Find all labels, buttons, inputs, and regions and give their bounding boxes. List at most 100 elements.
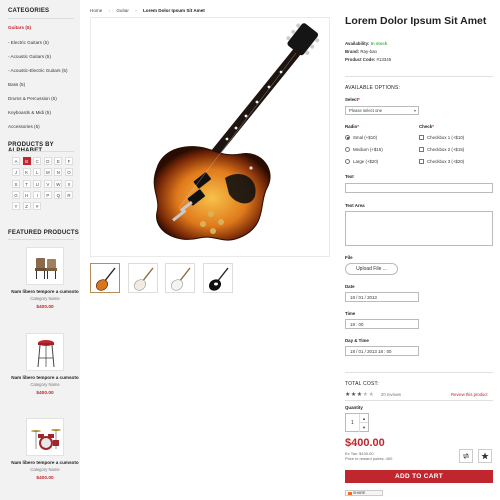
- alphabet-letter[interactable]: D: [43, 157, 52, 165]
- alphabet-letter[interactable]: U: [33, 179, 42, 188]
- checkbox[interactable]: [419, 159, 424, 164]
- thumbnail-black-guitar[interactable]: [202, 263, 233, 293]
- category-electric-guitars[interactable]: - Electric Guitars (5): [8, 40, 49, 45]
- category-acoustic-guitars[interactable]: - Acoustic Guitars (5): [8, 54, 51, 59]
- chevron-down-icon: ▾: [413, 108, 416, 113]
- product-title: Lorem Dolor Ipsum Sit Amet: [345, 15, 487, 27]
- alphabet-letter[interactable]: #: [33, 202, 42, 211]
- brand-value[interactable]: Ray-ban: [360, 49, 377, 54]
- upload-file-button[interactable]: Upload File ...: [345, 263, 398, 275]
- divider: [345, 76, 493, 77]
- review-this-product-link[interactable]: Review this product: [451, 392, 488, 397]
- file-label: File: [345, 255, 353, 260]
- alphabet-letter[interactable]: W: [54, 179, 63, 188]
- alphabet-letter[interactable]: X: [64, 179, 73, 188]
- checkbox-label-text: Check: [419, 124, 433, 129]
- chevron-up-icon[interactable]: ▲: [359, 414, 368, 423]
- alphabet-letter[interactable]: A: [12, 157, 20, 165]
- chair-icon[interactable]: [26, 247, 64, 285]
- time-input[interactable]: 18 : 00: [345, 319, 419, 329]
- select-label: Select*: [345, 97, 360, 102]
- alphabet-letter[interactable]: Y: [12, 202, 20, 211]
- star-icon: [481, 452, 489, 460]
- reviews-count[interactable]: 20 reviews: [381, 392, 401, 397]
- alphabet-letter[interactable]: F: [64, 157, 73, 165]
- divider: [8, 18, 74, 19]
- quantity-value[interactable]: 1: [351, 420, 354, 426]
- alphabet-letter[interactable]: T: [22, 179, 31, 188]
- radio-option-large[interactable]: Large (+$20): [345, 159, 378, 164]
- featured-category: Category Name: [30, 382, 60, 387]
- total-cost-title: TOTAL COST:: [345, 381, 379, 387]
- compare-icon: [463, 453, 469, 459]
- category-bass[interactable]: Bass (5): [8, 82, 25, 87]
- bar-stool-icon[interactable]: [26, 333, 64, 371]
- category-acoustic-electric-guitars[interactable]: - Acoustic-Electric Guitars (5): [8, 68, 67, 73]
- breadcrumb: Home › Guitar › Lorem Dolor Ipsum Sit Am…: [90, 8, 205, 13]
- radio-button[interactable]: [345, 159, 350, 164]
- category-drums[interactable]: Drums & Percussion (5): [8, 96, 57, 101]
- category-accessories[interactable]: Accessories (5): [8, 124, 40, 129]
- textarea-input[interactable]: [345, 211, 493, 246]
- featured-item[interactable]: Nam libero tempore a cumsoto Category Na…: [0, 247, 90, 310]
- option-select[interactable]: Please select one ▾: [345, 106, 419, 115]
- wishlist-button[interactable]: [478, 449, 492, 463]
- time-label: Time: [345, 311, 356, 316]
- alphabet-letter[interactable]: L: [33, 168, 42, 177]
- alphabet-letter[interactable]: V: [43, 179, 52, 188]
- alphabet-letter[interactable]: O: [64, 168, 73, 177]
- alphabet-letter[interactable]: Z: [22, 202, 31, 211]
- alphabet-letter[interactable]: S: [12, 179, 20, 188]
- featured-name[interactable]: Nam libero tempore a cumsoto: [0, 289, 90, 294]
- alphabet-letter[interactable]: I: [33, 190, 42, 199]
- breadcrumb-category[interactable]: Guitar: [116, 8, 129, 13]
- quantity-stepper[interactable]: 1 ▲ ▼: [345, 413, 369, 432]
- featured-name[interactable]: Nam libero tempore a cumsoto: [0, 375, 90, 380]
- compare-button[interactable]: [459, 449, 473, 463]
- checkbox[interactable]: [419, 135, 424, 140]
- featured-category: Category Name: [30, 467, 60, 472]
- thumbnail-white-guitar[interactable]: [127, 263, 158, 293]
- checkbox-option-2[interactable]: Checkbox 2 (+$15): [419, 147, 464, 152]
- date-input[interactable]: 18 / 01 / 2013: [345, 292, 419, 302]
- thumbnail-sunburst-guitar[interactable]: [90, 263, 120, 293]
- checkbox-option-1[interactable]: Checkbox 1 (+$10): [419, 135, 464, 140]
- datetime-input[interactable]: 18 / 01 / 2013 18 : 00: [345, 346, 419, 356]
- alphabet-letter[interactable]: R: [64, 190, 73, 199]
- radio-button[interactable]: [345, 135, 350, 140]
- alphabet-letter[interactable]: Q: [54, 190, 63, 199]
- share-icon: [348, 491, 352, 495]
- text-input[interactable]: [345, 183, 493, 193]
- featured-item[interactable]: Nam libero tempore a cumsoto Category Na…: [0, 418, 90, 481]
- thumbnail-white-guitar-2[interactable]: [165, 263, 195, 293]
- share-button[interactable]: SHARE: [345, 490, 383, 496]
- checkbox-option-3[interactable]: Checkbox 3 (+$20): [419, 159, 464, 164]
- drum-kit-icon[interactable]: [26, 418, 64, 456]
- radio-button[interactable]: [345, 147, 350, 152]
- category-guitars[interactable]: Guitars (5): [8, 25, 31, 30]
- add-to-cart-button[interactable]: ADD TO CART: [345, 470, 493, 483]
- chevron-down-icon[interactable]: ▼: [359, 423, 368, 432]
- checkbox[interactable]: [419, 147, 424, 152]
- alphabet-letter[interactable]: B: [22, 157, 31, 165]
- alphabet-letter[interactable]: N: [54, 168, 63, 177]
- alphabet-letter[interactable]: C: [33, 157, 42, 165]
- alphabet-letter[interactable]: E: [54, 157, 63, 165]
- breadcrumb-home[interactable]: Home: [90, 8, 102, 13]
- radio-option-medium[interactable]: Medium (+$15): [345, 147, 383, 152]
- category-keyboards[interactable]: Keyboards & Midi (5): [8, 110, 51, 115]
- radio-option-label: Smal (+$10): [353, 135, 378, 140]
- featured-name[interactable]: Nam libero tempore a cumsoto: [0, 460, 90, 465]
- featured-item[interactable]: Nam libero tempore a cumsoto Category Na…: [0, 333, 90, 396]
- product-main-image[interactable]: [90, 17, 330, 257]
- alphabet-letter[interactable]: P: [43, 190, 52, 199]
- alphabet-letter[interactable]: M: [43, 168, 52, 177]
- alphabet-letter[interactable]: H: [22, 190, 31, 199]
- alphabet-letter[interactable]: J: [12, 168, 20, 177]
- sidebar: CATEGORIES Guitars (5) - Electric Guitar…: [0, 0, 80, 500]
- alphabet-letter[interactable]: G: [12, 190, 20, 199]
- tax-info: Ex Tax: $100.00 Price in reward points: …: [345, 451, 392, 461]
- alphabet-letter[interactable]: K: [22, 168, 31, 177]
- radio-label-text: Radio: [345, 124, 358, 129]
- radio-option-small[interactable]: Smal (+$10): [345, 135, 377, 140]
